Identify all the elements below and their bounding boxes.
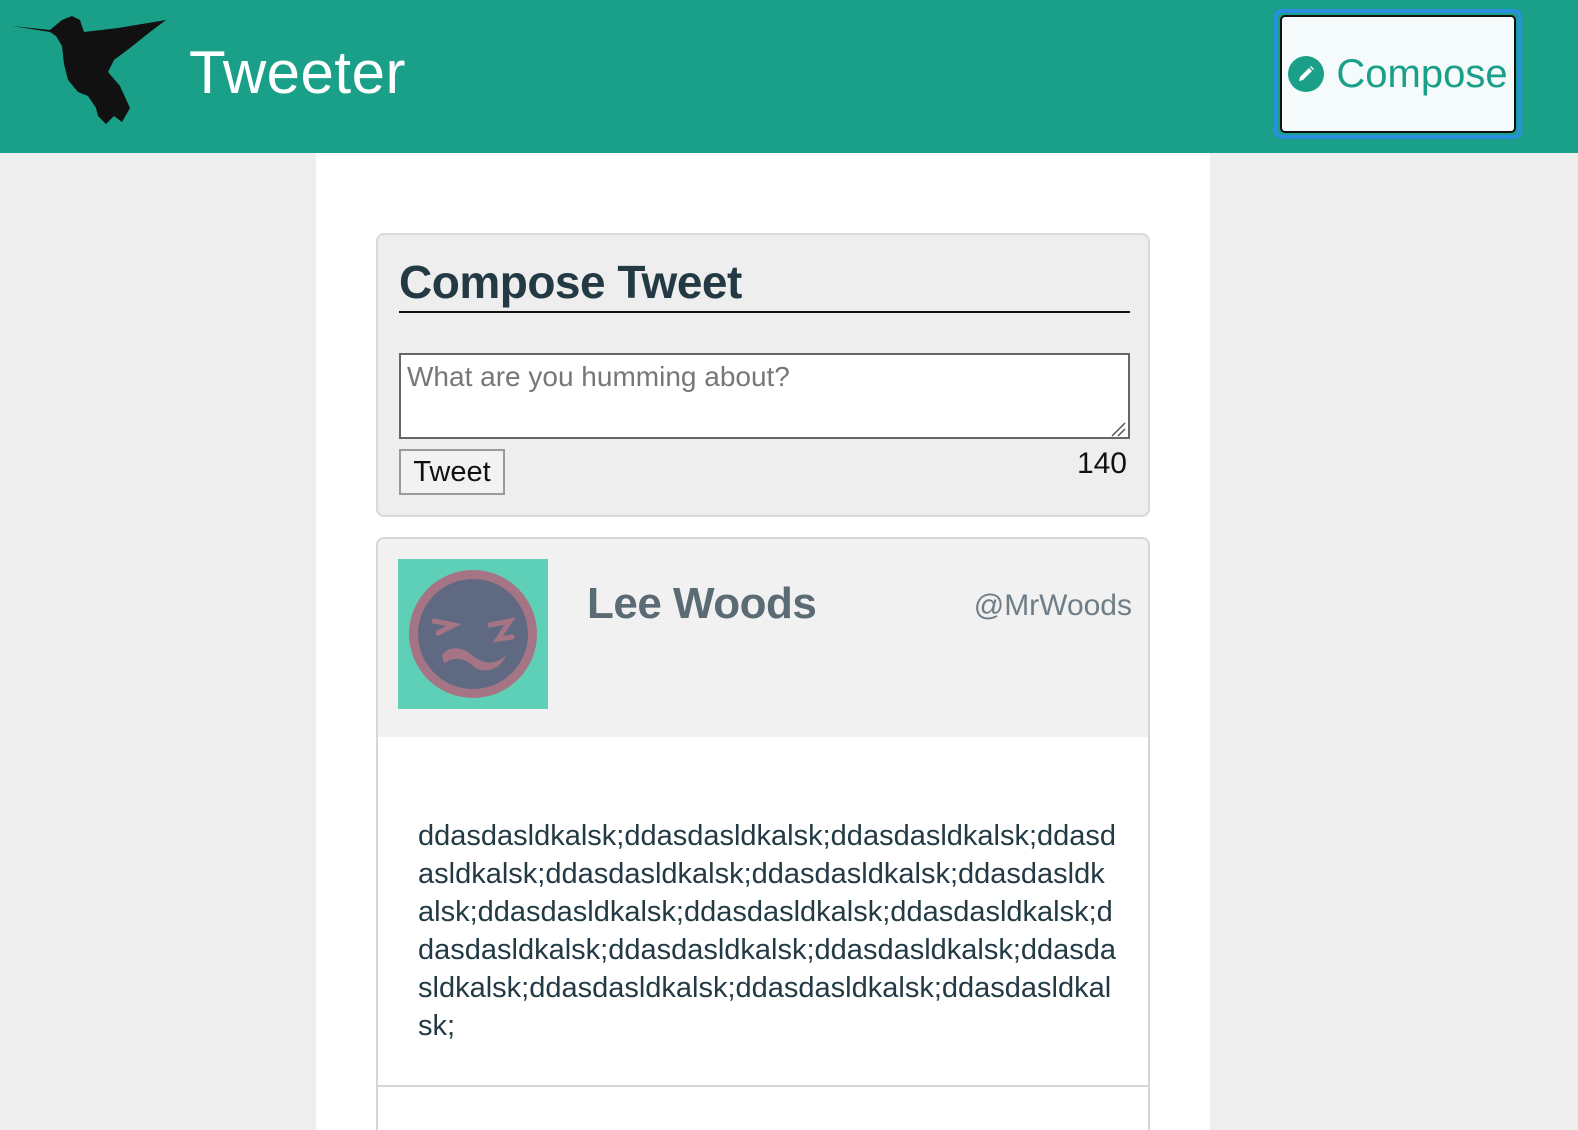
tweet-input[interactable] [399,353,1130,439]
tweet-text: ddasdasldkalsk;ddasdasldkalsk;ddasdasldk… [418,820,1117,1042]
compose-tweet-panel: Compose Tweet Tweet 140 [376,233,1150,517]
tweet-submit-button[interactable]: Tweet [399,449,505,495]
mustache-avatar-icon [409,570,537,698]
compose-title-divider [399,311,1130,313]
avatar [398,559,548,709]
brand-title: Tweeter [189,39,406,106]
tweet-author-handle: @MrWoods [973,589,1132,622]
compose-button[interactable]: Compose [1280,15,1516,133]
tweet-author-name: Lee Woods [587,579,817,628]
pencil-icon [1288,56,1325,92]
character-counter: 140 [1076,447,1127,480]
tweet-footer-divider [378,1085,1148,1087]
main-container: Compose Tweet Tweet 140 Lee Woods @MrWoo… [316,153,1210,1130]
tweet-card: Lee Woods @MrWoods ddasdasldkalsk;ddasda… [376,537,1150,1130]
hummingbird-icon [12,16,166,124]
compose-button-label: Compose [1336,51,1508,96]
compose-button-focus-ring: Compose [1274,9,1522,139]
top-navbar: Tweeter Compose [0,0,1578,153]
compose-title: Compose Tweet [399,256,742,308]
tweet-header: Lee Woods @MrWoods [378,539,1148,737]
